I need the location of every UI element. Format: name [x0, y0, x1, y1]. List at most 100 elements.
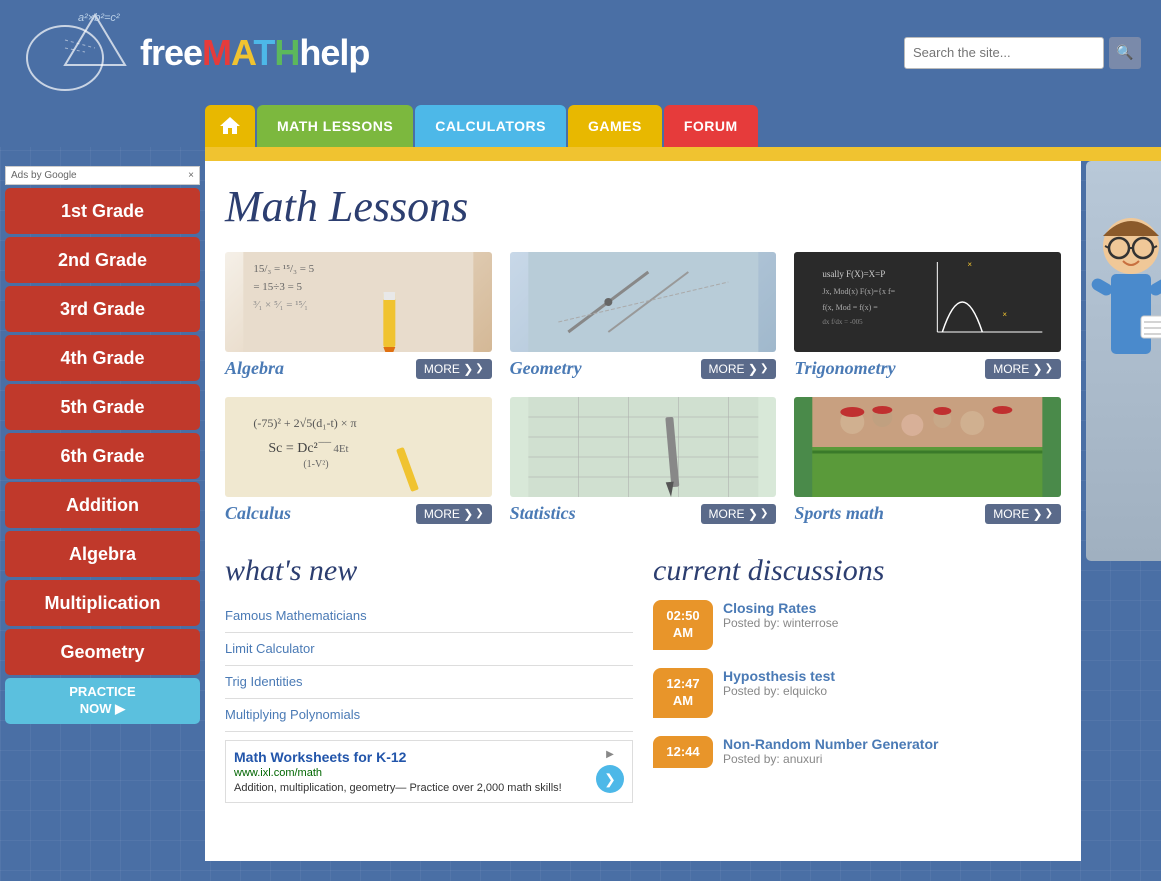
lesson-card-sports-math: Sports math MORE ❯ — [794, 397, 1061, 524]
ad-arrow-btn[interactable]: ❯ — [596, 765, 624, 793]
ad-title[interactable]: Math Worksheets for K-12 — [234, 749, 588, 765]
nav-forum[interactable]: FORUM — [664, 105, 758, 147]
logo-graphic: a²×b²=c² — [20, 10, 130, 95]
discussion-title-2[interactable]: Hyposthesis test — [723, 668, 835, 684]
discussion-title-3[interactable]: Non-Random Number Generator — [723, 736, 938, 752]
whats-new-section: what's new Famous Mathematicians Limit C… — [225, 554, 633, 803]
lesson-card-geometry: Geometry MORE ❯ — [510, 252, 777, 379]
lesson-more-geometry[interactable]: MORE ❯ — [701, 359, 777, 379]
practice-now-btn[interactable]: PRACTICENOW ▶ — [5, 678, 200, 724]
discussions-title: current discussions — [653, 554, 1061, 588]
svg-text:= 15÷3 = 5: = 15÷3 = 5 — [253, 281, 302, 293]
svg-text:³⁄₁ × ⁵⁄₁ = ¹⁵⁄₁: ³⁄₁ × ⁵⁄₁ = ¹⁵⁄₁ — [253, 299, 308, 311]
svg-text:4Et: 4Et — [333, 443, 348, 455]
lesson-more-calculus[interactable]: MORE ❯ — [416, 504, 492, 524]
nav-games[interactable]: GAMES — [568, 105, 662, 147]
lesson-label-geometry: Geometry — [510, 358, 582, 379]
sidebar-buttons: 1st Grade 2nd Grade 3rd Grade 4th Grade … — [5, 188, 200, 724]
logo-text: freeMATHhelp — [140, 32, 369, 74]
ad-banner: Ads by Google × — [5, 166, 200, 185]
lesson-thumb-calculus: (-75)² + 2√5(d₁-t) × π Sc = Dc² 4Et ── (… — [225, 397, 492, 497]
list-item: Multiplying Polynomials — [225, 699, 633, 732]
sidebar-grade-3[interactable]: 3rd Grade — [5, 286, 200, 332]
whats-new-list: Famous Mathematicians Limit Calculator T… — [225, 600, 633, 732]
sidebar-addition[interactable]: Addition — [5, 482, 200, 528]
kid-image-placeholder — [1086, 161, 1161, 561]
ad-label: Ads by Google — [11, 170, 77, 181]
sidebar-algebra[interactable]: Algebra — [5, 531, 200, 577]
whats-new-link-4[interactable]: Multiplying Polynomials — [225, 707, 360, 722]
discussion-info-1: Closing Rates Posted by: winterrose — [723, 600, 838, 650]
logo-area: a²×b²=c² freeMATHhelp — [20, 10, 369, 95]
svg-text:Sc = Dc²: Sc = Dc² — [268, 441, 317, 456]
whats-new-link-2[interactable]: Limit Calculator — [225, 641, 315, 656]
svg-text:Jx, Mod(x) F(x)={x f=: Jx, Mod(x) F(x)={x f= — [823, 287, 896, 296]
svg-text:×: × — [1003, 310, 1008, 319]
yellow-bar — [205, 147, 1161, 161]
lesson-more-trig[interactable]: MORE ❯ — [985, 359, 1061, 379]
lesson-label-algebra: Algebra — [225, 358, 284, 379]
search-input[interactable] — [904, 37, 1104, 69]
content-area: Math Lessons 15/₃ = ¹⁵/₃ = 5 = 15÷3 = 5 … — [205, 161, 1081, 861]
sidebar-grade-4[interactable]: 4th Grade — [5, 335, 200, 381]
discussion-posted-1: Posted by: winterrose — [723, 616, 838, 630]
discussion-time-1: 02:50AM — [653, 600, 713, 650]
discussion-item-2: 12:47AM Hyposthesis test Posted by: elqu… — [653, 668, 1061, 718]
search-button[interactable]: 🔍 — [1109, 37, 1141, 69]
ad-url: www.ixl.com/math — [234, 767, 588, 779]
lesson-more-algebra[interactable]: MORE ❯ — [416, 359, 492, 379]
discussion-posted-3: Posted by: anuxuri — [723, 752, 938, 766]
lesson-label-statistics: Statistics — [510, 503, 576, 524]
svg-text:──: ── — [317, 437, 331, 447]
lesson-thumb-statistics — [510, 397, 777, 497]
sidebar-grade-1[interactable]: 1st Grade — [5, 188, 200, 234]
sidebar-grade-5[interactable]: 5th Grade — [5, 384, 200, 430]
discussion-item-1: 02:50AM Closing Rates Posted by: winterr… — [653, 600, 1061, 650]
whats-new-title: what's new — [225, 554, 633, 588]
svg-text:×: × — [968, 260, 973, 269]
ad-icon: ▶ — [606, 749, 614, 760]
navigation: MATH LESSONS CALCULATORS GAMES FORUM — [0, 105, 1161, 147]
lesson-thumb-algebra: 15/₃ = ¹⁵/₃ = 5 = 15÷3 = 5 ³⁄₁ × ⁵⁄₁ = ¹… — [225, 252, 492, 352]
ad-close[interactable]: × — [188, 170, 194, 181]
ad-text: Math Worksheets for K-12 www.ixl.com/mat… — [234, 749, 588, 794]
discussion-time-3: 12:44 — [653, 736, 713, 769]
lesson-grid: 15/₃ = ¹⁵/₃ = 5 = 15÷3 = 5 ³⁄₁ × ⁵⁄₁ = ¹… — [225, 252, 1061, 524]
discussion-title-1[interactable]: Closing Rates — [723, 600, 838, 616]
sidebar-grade-2[interactable]: 2nd Grade — [5, 237, 200, 283]
lesson-more-statistics[interactable]: MORE ❯ — [701, 504, 777, 524]
lesson-card-algebra: 15/₃ = ¹⁵/₃ = 5 = 15÷3 = 5 ³⁄₁ × ⁵⁄₁ = ¹… — [225, 252, 492, 379]
sidebar-multiplication[interactable]: Multiplication — [5, 580, 200, 626]
discussion-item-3: 12:44 Non-Random Number Generator Posted… — [653, 736, 1061, 769]
svg-text:(-75)² + 2√5(d₁-t) × π: (-75)² + 2√5(d₁-t) × π — [253, 416, 356, 430]
discussion-info-3: Non-Random Number Generator Posted by: a… — [723, 736, 938, 769]
svg-text:15/₃ = ¹⁵/₃ = 5: 15/₃ = ¹⁵/₃ = 5 — [253, 263, 314, 275]
lesson-card-statistics: Statistics MORE ❯ — [510, 397, 777, 524]
nav-math-lessons[interactable]: MATH LESSONS — [257, 105, 413, 147]
discussion-info-2: Hyposthesis test Posted by: elquicko — [723, 668, 835, 718]
list-item: Famous Mathematicians — [225, 600, 633, 633]
discussion-posted-2: Posted by: elquicko — [723, 684, 835, 698]
lesson-card-trigonometry: usally F(X)=X=P Jx, Mod(x) F(x)={x f= f(… — [794, 252, 1061, 379]
ad-description: Addition, multiplication, geometry— Prac… — [234, 782, 588, 794]
svg-text:(1-V²): (1-V²) — [303, 459, 328, 470]
sidebar-geometry[interactable]: Geometry — [5, 629, 200, 675]
whats-new-link-1[interactable]: Famous Mathematicians — [225, 608, 367, 623]
whats-new-link-3[interactable]: Trig Identities — [225, 674, 303, 689]
lesson-thumb-geometry — [510, 252, 777, 352]
main-layout: Ads by Google × 1st Grade 2nd Grade 3rd … — [0, 161, 1161, 861]
list-item: Trig Identities — [225, 666, 633, 699]
lesson-label-trig: Trigonometry — [794, 358, 895, 379]
nav-home-btn[interactable] — [205, 105, 255, 147]
lesson-thumb-trig: usally F(X)=X=P Jx, Mod(x) F(x)={x f= f(… — [794, 252, 1061, 352]
lesson-thumb-sports — [794, 397, 1061, 497]
lesson-more-sports-math[interactable]: MORE ❯ — [985, 504, 1061, 524]
right-decoration — [1081, 161, 1161, 861]
nav-calculators[interactable]: CALCULATORS — [415, 105, 566, 147]
search-area: 🔍 — [904, 37, 1141, 69]
discussions-section: current discussions 02:50AM Closing Rate… — [653, 554, 1061, 803]
sidebar-grade-6[interactable]: 6th Grade — [5, 433, 200, 479]
header: a²×b²=c² freeMATHhelp 🔍 — [0, 0, 1161, 105]
list-item: Limit Calculator — [225, 633, 633, 666]
sidebar: Ads by Google × 1st Grade 2nd Grade 3rd … — [0, 161, 205, 861]
